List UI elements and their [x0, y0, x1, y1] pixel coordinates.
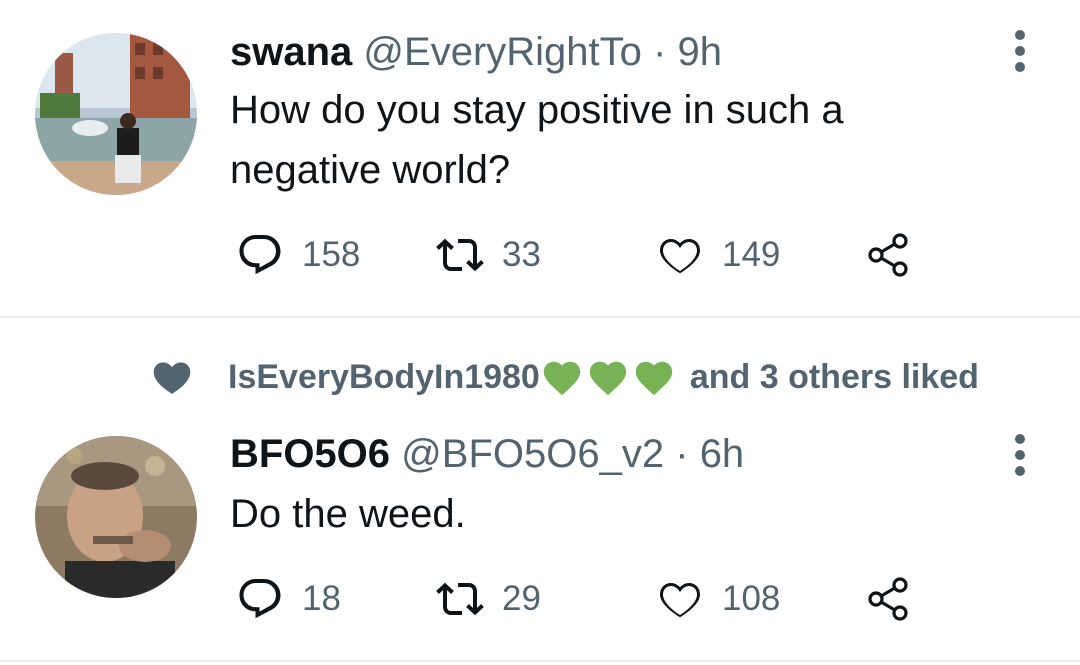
green-hearts	[540, 357, 678, 397]
display-name[interactable]: swana	[230, 30, 352, 74]
separator-dot: ·	[653, 30, 667, 74]
tweet-divider-2	[0, 660, 1080, 662]
retweet-button[interactable]: 33	[436, 230, 541, 280]
like-button[interactable]: 149	[656, 230, 780, 280]
share-button[interactable]	[864, 574, 912, 624]
reply-button[interactable]: 158	[236, 230, 360, 280]
reply-count: 158	[302, 235, 361, 274]
tweet-header: BFO5O6 @BFO5O6_v2 · 6h	[230, 430, 744, 478]
display-name[interactable]: BFO5O6	[230, 432, 390, 476]
separator-dot: ·	[675, 432, 689, 476]
reply-button[interactable]: 18	[236, 574, 341, 624]
retweet-count: 33	[502, 235, 541, 274]
like-button[interactable]: 108	[656, 574, 780, 624]
more-icon[interactable]	[1014, 30, 1026, 78]
user-handle[interactable]: @BFO5O6_v2	[401, 432, 664, 476]
tweet-header: swana @EveryRightTo · 9h	[230, 28, 722, 76]
avatar-bfo506[interactable]	[35, 436, 197, 598]
retweet-count: 29	[502, 579, 541, 618]
more-icon[interactable]	[1014, 434, 1026, 482]
avatar-swana[interactable]	[35, 33, 197, 195]
like-icon	[660, 582, 700, 618]
like-count: 108	[722, 579, 781, 618]
share-icon	[868, 233, 908, 277]
tweet-divider-1	[0, 316, 1080, 318]
green-heart-icon	[635, 361, 673, 396]
green-heart-icon	[543, 361, 581, 396]
reply-count: 18	[302, 579, 341, 618]
tweet-text-line-2: negative world?	[230, 148, 511, 192]
like-icon	[660, 238, 700, 274]
like-count: 149	[722, 235, 781, 274]
tweet-1[interactable]: swana @EveryRightTo · 9h How do you stay…	[0, 0, 1080, 316]
timestamp[interactable]: 6h	[700, 432, 745, 476]
retweet-icon	[436, 238, 484, 272]
share-button[interactable]	[864, 230, 912, 280]
tweet-text: How do you stay positive in such a negat…	[230, 80, 990, 200]
share-icon	[868, 577, 908, 621]
tweet-text-line-1: How do you stay positive in such a	[230, 88, 844, 132]
social-context[interactable]: IsEveryBodyIn1980 and 3 others liked	[150, 352, 979, 402]
tweet-2[interactable]: BFO5O6 @BFO5O6_v2 · 6h Do the weed. 18 2…	[0, 410, 1080, 660]
tweet-text: Do the weed.	[230, 484, 990, 544]
liked-suffix: and 3 others liked	[689, 357, 979, 396]
retweet-button[interactable]: 29	[436, 574, 541, 624]
liked-heart-icon	[153, 362, 191, 394]
tweet-text-line-1: Do the weed.	[230, 492, 466, 536]
liker-name[interactable]: IsEveryBodyIn1980	[228, 358, 540, 397]
retweet-icon	[436, 582, 484, 616]
reply-icon	[239, 579, 281, 619]
user-handle[interactable]: @EveryRightTo	[363, 30, 641, 74]
timestamp[interactable]: 9h	[677, 30, 722, 74]
reply-icon	[239, 235, 281, 275]
green-heart-icon	[589, 361, 627, 396]
